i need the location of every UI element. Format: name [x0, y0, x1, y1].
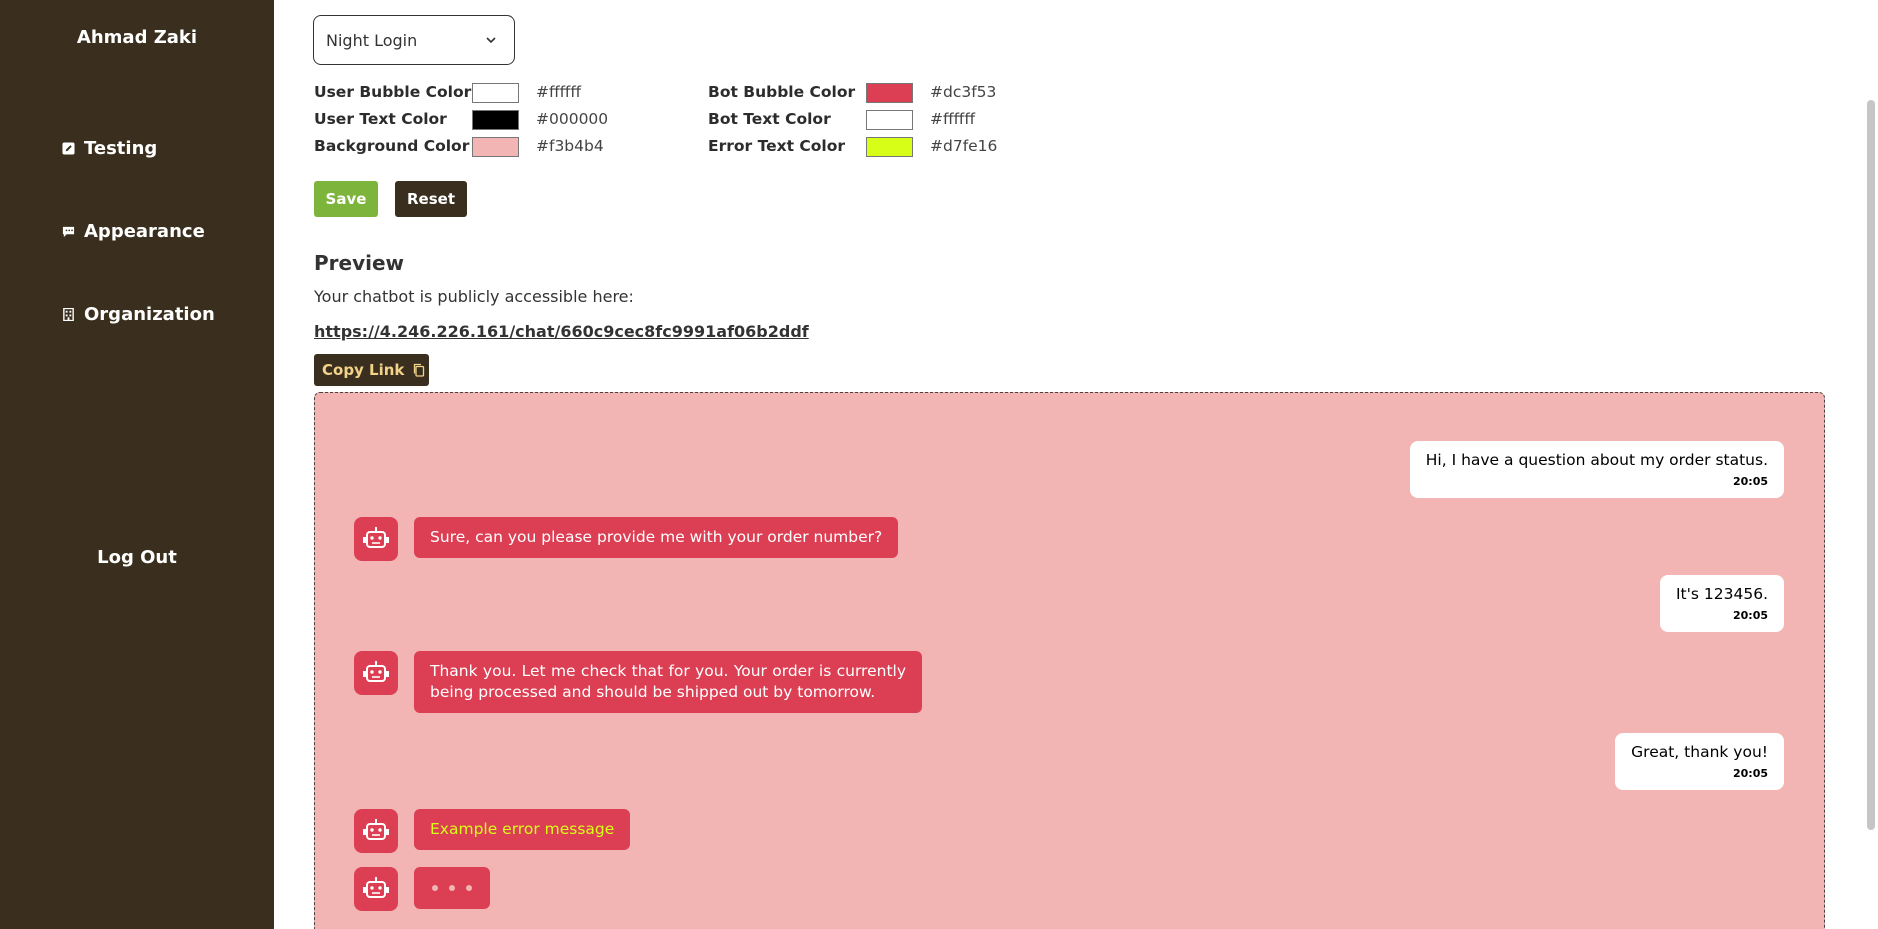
chevron-down-icon — [486, 37, 496, 44]
bot-typing-indicator — [414, 867, 490, 909]
robot-icon — [363, 877, 389, 898]
user-bubble-color-hex: #ffffff — [536, 83, 582, 101]
typing-dots — [428, 877, 476, 899]
sidebar-item-organization[interactable]: Organization — [62, 304, 215, 325]
sidebar-item-testing[interactable]: Testing — [62, 138, 157, 159]
robot-icon — [363, 819, 389, 840]
bot-avatar — [354, 867, 398, 911]
theme-select-value: Night Login — [326, 30, 418, 50]
bot-error-message: Example error message — [414, 809, 631, 850]
bot-bubble-color-label: Bot Bubble Color — [708, 83, 856, 101]
building-icon — [62, 308, 75, 321]
bot-message: Thank you. Let me check that for you. Yo… — [414, 651, 922, 713]
sidebar: Ahmad Zaki Testing Appearance Organizati… — [0, 0, 274, 929]
user-text-color-label: User Text Color — [314, 110, 447, 128]
message-time: 20:05 — [1732, 475, 1768, 488]
bot-text-color-row: Bot Text Color — [708, 110, 831, 128]
user-text-color-swatch[interactable] — [472, 110, 519, 130]
user-name: Ahmad Zaki — [76, 27, 198, 48]
bot-text-color-hex: #ffffff — [930, 110, 976, 128]
chat-bubble-icon — [62, 225, 75, 238]
sidebar-item-label: Appearance — [84, 221, 205, 242]
reset-button[interactable]: Reset — [395, 181, 467, 217]
chatbot-public-link[interactable]: https://4.246.226.161/chat/660c9cec8fc99… — [314, 322, 809, 341]
bot-bubble-color-row: Bot Bubble Color — [708, 83, 855, 101]
chat-preview: Hi, I have a question about my order sta… — [314, 392, 1825, 929]
error-text-color-label: Error Text Color — [708, 137, 846, 155]
message-time: 20:05 — [1732, 767, 1768, 780]
user-text-color-hex: #000000 — [536, 110, 609, 128]
theme-select[interactable]: Night Login — [313, 15, 515, 65]
sidebar-item-appearance[interactable]: Appearance — [62, 221, 205, 242]
background-color-row: Background Color — [314, 137, 469, 155]
error-text-color-row: Error Text Color — [708, 137, 845, 155]
user-text-color-row: User Text Color — [314, 110, 447, 128]
robot-icon — [363, 661, 389, 682]
bot-avatar — [354, 517, 398, 561]
user-bubble-color-label: User Bubble Color — [314, 83, 472, 101]
main-content: Night Login User Bubble Color #ffffff Us… — [274, 0, 1878, 929]
user-message-text: Great, thank you! — [1631, 743, 1768, 761]
copy-link-label: Copy Link — [322, 361, 405, 379]
bot-text-color-label: Bot Text Color — [708, 110, 831, 128]
bot-message: Sure, can you please provide me with you… — [414, 517, 899, 558]
user-message: Hi, I have a question about my order sta… — [1409, 441, 1784, 498]
user-message: Great, thank you! 20:05 — [1615, 733, 1784, 790]
background-color-swatch[interactable] — [472, 137, 519, 157]
scrollbar-thumb[interactable] — [1867, 100, 1875, 830]
scrollbar[interactable] — [1864, 0, 1878, 929]
background-color-label: Background Color — [314, 137, 470, 155]
user-message: It's 123456. 20:05 — [1659, 575, 1784, 632]
sidebar-item-label: Testing — [84, 138, 158, 159]
bot-avatar — [354, 651, 398, 695]
error-text-color-hex: #d7fe16 — [930, 137, 998, 155]
user-bubble-color-swatch[interactable] — [472, 83, 519, 103]
user-message-text: It's 123456. — [1675, 585, 1768, 603]
error-text-color-swatch[interactable] — [866, 137, 913, 157]
bot-bubble-color-hex: #dc3f53 — [930, 83, 997, 101]
bot-text-color-swatch[interactable] — [866, 110, 913, 130]
sidebar-item-label: Organization — [84, 304, 215, 325]
copy-link-button[interactable]: Copy Link — [314, 354, 429, 386]
robot-icon — [363, 527, 389, 548]
user-message-text: Hi, I have a question about my order sta… — [1425, 451, 1768, 469]
bot-avatar — [354, 809, 398, 853]
save-button[interactable]: Save — [314, 181, 378, 217]
background-color-hex: #f3b4b4 — [536, 137, 604, 155]
edit-square-icon — [62, 142, 75, 155]
copy-icon — [414, 363, 425, 377]
user-bubble-color-row: User Bubble Color — [314, 83, 471, 101]
preview-description: Your chatbot is publicly accessible here… — [314, 287, 634, 306]
logout-button[interactable]: Log Out — [0, 547, 274, 568]
bot-bubble-color-swatch[interactable] — [866, 83, 913, 103]
message-time: 20:05 — [1732, 609, 1768, 622]
preview-title: Preview — [314, 251, 405, 275]
